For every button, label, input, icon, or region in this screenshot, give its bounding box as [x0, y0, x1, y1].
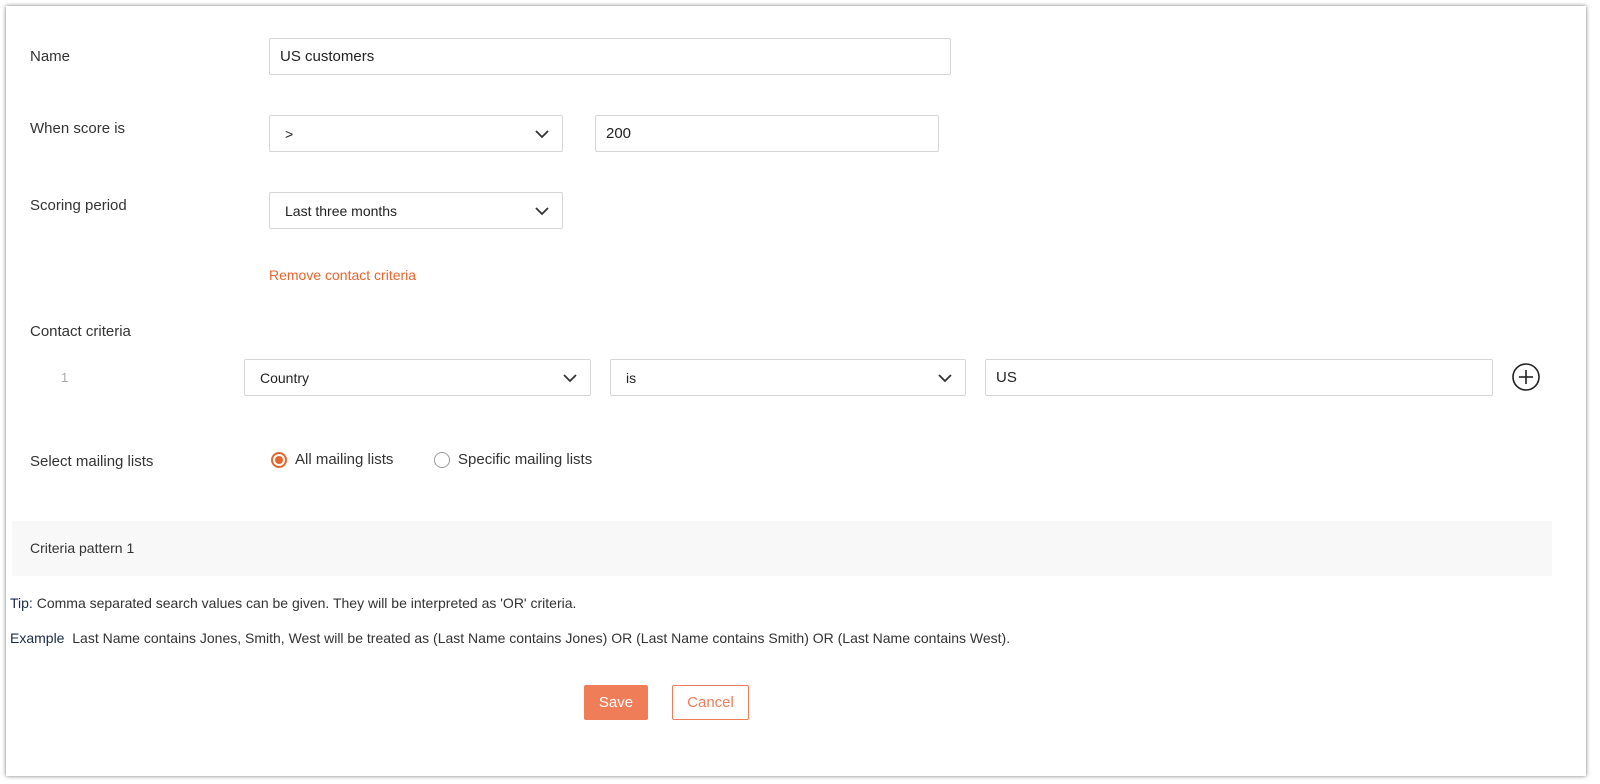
segment-form-card: Name US customers When score is > 200 Sc… — [6, 6, 1586, 776]
criteria-value-input[interactable]: US — [985, 359, 1493, 396]
radio-unselected-icon — [434, 451, 450, 468]
score-label: When score is — [30, 120, 126, 137]
criteria-field-value: Country — [260, 369, 310, 386]
tip-prefix: Tip: — [10, 595, 33, 611]
remove-contact-criteria-link[interactable]: Remove contact criteria — [269, 267, 416, 283]
chevron-down-icon — [535, 129, 549, 138]
scoring-period-select[interactable]: Last three months — [269, 192, 563, 229]
mailing-lists-label: Select mailing lists — [30, 453, 154, 470]
save-button[interactable]: Save — [584, 685, 648, 720]
radio-all-mailing-lists[interactable]: All mailing lists — [271, 451, 393, 468]
criteria-operator-value: is — [626, 369, 637, 386]
chevron-down-icon — [535, 206, 549, 215]
radio-specific-mailing-lists[interactable]: Specific mailing lists — [434, 451, 592, 468]
cancel-button[interactable]: Cancel — [672, 685, 749, 720]
tip-text: Tip: Comma separated search values can b… — [10, 595, 576, 611]
radio-specific-label: Specific mailing lists — [458, 451, 593, 468]
criteria-field-select[interactable]: Country — [244, 359, 591, 396]
score-operator-select[interactable]: > — [269, 115, 563, 152]
example-body: Last Name contains Jones, Smith, West wi… — [64, 630, 1011, 646]
criteria-operator-select[interactable]: is — [610, 359, 966, 396]
chevron-down-icon — [563, 373, 577, 382]
score-operator-value: > — [285, 125, 294, 142]
tip-body: Comma separated search values can be giv… — [32, 595, 577, 611]
name-input[interactable]: US customers — [269, 38, 951, 75]
criteria-pattern-bar: Criteria pattern 1 — [12, 521, 1552, 576]
criteria-row-number: 1 — [61, 370, 69, 385]
criteria-pattern-label: Criteria pattern 1 — [30, 540, 135, 556]
score-value: 200 — [606, 125, 632, 142]
name-input-value: US customers — [280, 48, 375, 65]
criteria-value: US — [996, 369, 1017, 386]
example-prefix: Example — [10, 630, 65, 646]
period-label: Scoring period — [30, 197, 127, 214]
plus-circle-icon[interactable] — [1511, 362, 1541, 392]
radio-all-label: All mailing lists — [295, 451, 394, 468]
scoring-period-value: Last three months — [285, 202, 398, 219]
chevron-down-icon — [938, 373, 952, 382]
score-value-input[interactable]: 200 — [595, 115, 939, 152]
radio-selected-icon — [271, 451, 287, 468]
example-text: Example Last Name contains Jones, Smith,… — [10, 630, 1010, 646]
name-label: Name — [30, 48, 71, 65]
contact-criteria-label: Contact criteria — [30, 323, 131, 340]
